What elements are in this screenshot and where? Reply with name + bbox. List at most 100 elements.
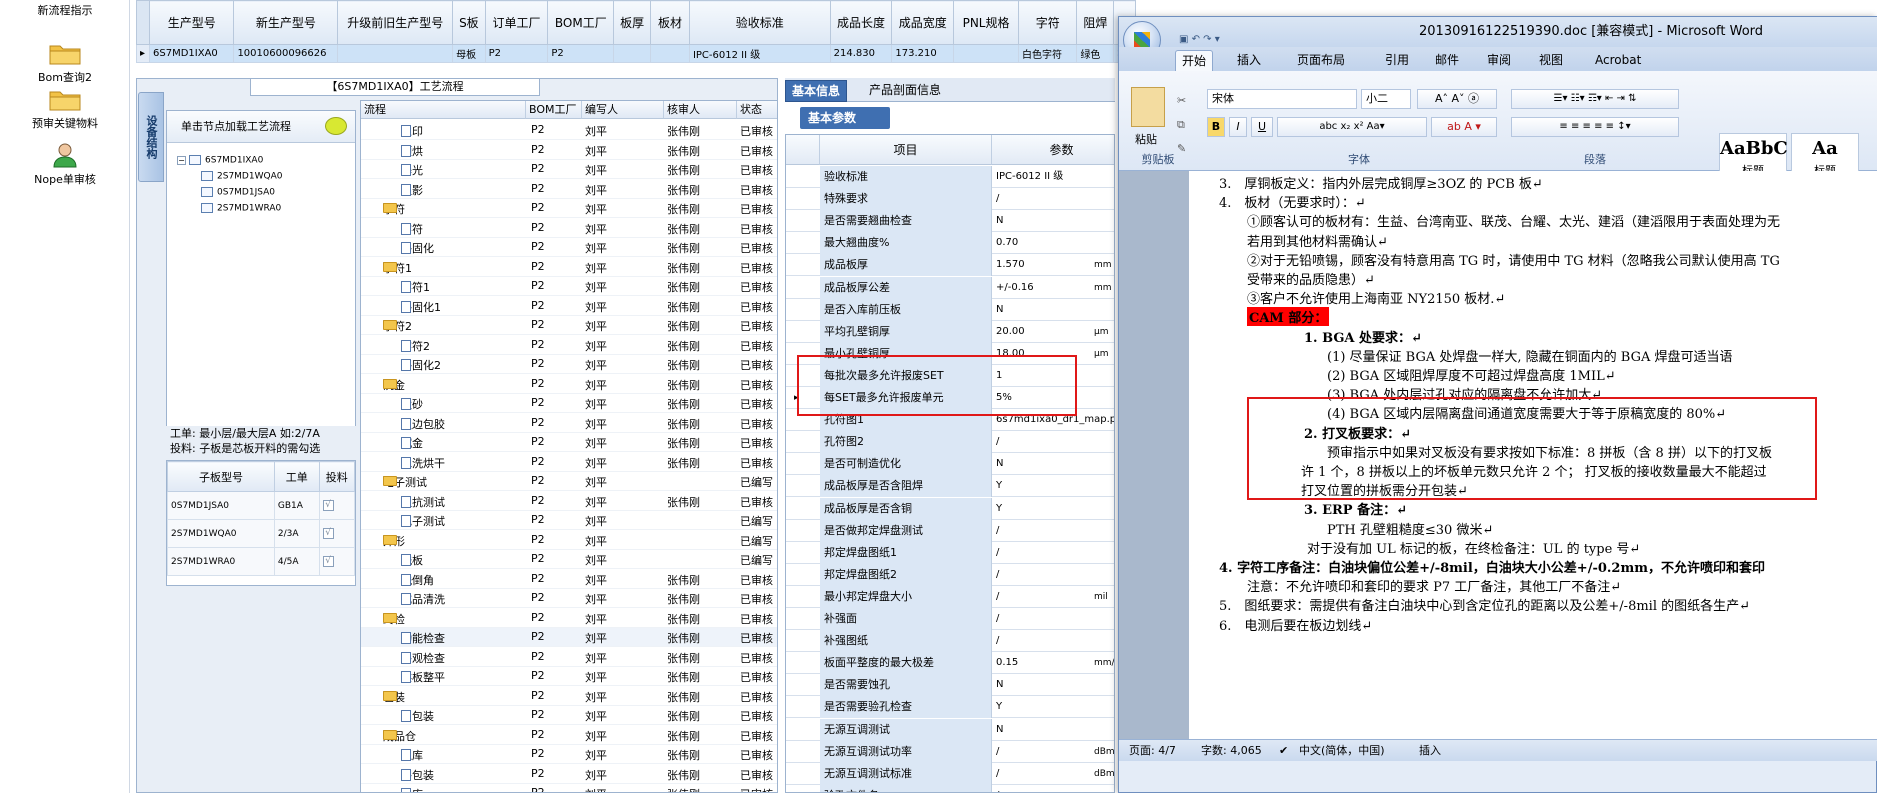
table-row[interactable]: 终固化2 P2 刘平 张伟刚 已审核 — [361, 355, 777, 374]
param-value[interactable]: Y — [992, 498, 1114, 520]
ribbon-tab[interactable]: 视图 — [1533, 50, 1569, 71]
col-header[interactable]: 生产型号 — [149, 0, 235, 45]
process-node[interactable]: 终固化1 — [401, 299, 441, 315]
table-row[interactable]: 成品板厚 1.570 mm — [786, 254, 1114, 277]
table-row[interactable]: 板面平整度的最大极差 0.15 mm/ — [786, 652, 1114, 675]
tree-node[interactable]: 2S7MD1WRA0 — [201, 203, 281, 214]
paste-icon[interactable] — [1131, 87, 1165, 127]
process-node[interactable]: 出库 — [401, 786, 423, 792]
col-header[interactable]: 子板型号 — [167, 461, 275, 492]
table-row[interactable]: −字符1 P2 刘平 张伟刚 已审核 — [361, 258, 777, 277]
table-row[interactable]: 2S7MD1WRA0 4/5A √ — [167, 547, 356, 576]
col-header[interactable]: 字符 — [1017, 0, 1078, 45]
process-node[interactable]: 丝印 — [401, 123, 423, 139]
ribbon-tab[interactable]: 开始 — [1175, 50, 1214, 71]
table-row[interactable]: 水洗烘干 P2 刘平 张伟刚 已审核 — [361, 453, 777, 472]
table-row[interactable]: 沉金 P2 刘平 张伟刚 已审核 — [361, 433, 777, 452]
process-node[interactable]: −字符2 — [383, 318, 412, 334]
col-header[interactable]: 投料 — [318, 461, 356, 492]
tab-device-structure[interactable]: 设备结构 — [138, 92, 164, 182]
grid-cell[interactable]: 173.210 — [891, 44, 955, 63]
process-node[interactable]: 外观检查 — [401, 650, 445, 666]
col-header[interactable]: BOM工厂 — [547, 0, 615, 45]
process-node[interactable]: 显影 — [401, 182, 423, 198]
table-row[interactable]: 0S7MD1JSA0 GB1A √ — [167, 491, 356, 520]
process-node[interactable]: 沉金 — [401, 435, 423, 451]
table-row[interactable]: −外形 P2 刘平 已编写 — [361, 531, 777, 550]
col-header[interactable]: 工单 — [273, 461, 320, 492]
param-value[interactable]: / — [992, 564, 1114, 586]
param-value[interactable]: 0.70 — [992, 232, 1114, 254]
ribbon-tab[interactable]: Acrobat — [1589, 50, 1647, 71]
col-header[interactable]: S板 — [452, 0, 486, 45]
table-row[interactable]: 字符1 P2 刘平 张伟刚 已审核 — [361, 277, 777, 296]
grid-cell[interactable]: P2 — [547, 44, 615, 63]
process-node[interactable]: −沉金 — [383, 377, 405, 393]
table-row[interactable]: 显影 P2 刘平 张伟刚 已审核 — [361, 180, 777, 199]
list-buttons[interactable]: ☰▾ ☷▾ ☶▾ ⇤ ⇥ ⇅ — [1511, 89, 1679, 109]
process-node[interactable]: 入库 — [401, 747, 423, 763]
table-row[interactable]: 平均孔壁铜厚 20.00 μm — [786, 320, 1114, 343]
table-row[interactable]: 入库 P2 刘平 张伟刚 已审核 — [361, 745, 777, 764]
table-row[interactable]: 外观检查 P2 刘平 张伟刚 已审核 — [361, 648, 777, 667]
process-node[interactable]: 铣板 — [401, 552, 423, 568]
table-row[interactable]: 是否做邦定焊盘测试 / — [786, 519, 1114, 542]
tab-basic-params[interactable]: 基本参数 — [800, 107, 890, 129]
table-row[interactable]: 功能检查 P2 刘平 张伟刚 已审核 — [361, 628, 777, 647]
col-header-writer[interactable]: 编写人 — [582, 101, 664, 119]
grid-cell[interactable] — [337, 44, 454, 63]
table-row[interactable]: 是否入库前压板 N — [786, 298, 1114, 321]
process-node[interactable]: 水洗烘干 — [401, 455, 445, 471]
col-header-bom[interactable]: BOM工厂 — [526, 101, 582, 119]
grid-cell[interactable] — [650, 44, 690, 63]
param-value[interactable]: / — [992, 188, 1114, 210]
table-row[interactable]: −字符2 P2 刘平 张伟刚 已审核 — [361, 316, 777, 335]
param-value[interactable]: N — [992, 210, 1114, 232]
ribbon-tab[interactable]: 引用 — [1379, 50, 1415, 71]
bold-button[interactable]: B — [1207, 117, 1225, 137]
table-row[interactable]: −终检 P2 刘平 张伟刚 已审核 — [361, 609, 777, 628]
table-row[interactable]: 是否需要翘曲检查 N — [786, 210, 1114, 233]
grid-cell[interactable] — [613, 44, 651, 63]
table-row[interactable]: 补强图纸 / — [786, 630, 1114, 653]
grid-cell[interactable]: 10010600096626 — [233, 44, 339, 63]
italic-button[interactable]: I — [1229, 117, 1247, 137]
collapse-icon[interactable]: − — [177, 155, 186, 165]
col-header-value[interactable]: 参数 — [992, 135, 1114, 165]
table-row[interactable]: 2S7MD1WQA0 2/3A √ — [167, 519, 356, 548]
status-language[interactable]: 中文(简体，中国) — [1299, 740, 1385, 762]
table-row[interactable]: 喷砂 P2 刘平 张伟刚 已审核 — [361, 394, 777, 413]
col-header[interactable]: 板材 — [650, 0, 690, 45]
launcher-nope-review[interactable]: Nope单审核 — [0, 142, 130, 187]
col-header[interactable]: 订单工厂 — [484, 0, 549, 45]
ribbon-tab[interactable]: 邮件 — [1429, 50, 1465, 71]
process-node[interactable]: −电子测试 — [383, 474, 427, 490]
process-node[interactable]: 铣倒角 — [401, 572, 434, 588]
table-row[interactable]: 是否需要蚀孔 N — [786, 674, 1114, 697]
table-row[interactable]: 成品板厚是否含铜 Y — [786, 497, 1114, 520]
table-row[interactable]: 成品板厚是否含阻焊 Y — [786, 475, 1114, 498]
process-node[interactable]: 曝光 — [401, 162, 423, 178]
cell-order[interactable]: 4/5A — [273, 547, 320, 576]
param-value[interactable]: / — [992, 520, 1114, 542]
table-row[interactable]: 字符 P2 刘平 张伟刚 已审核 — [361, 219, 777, 238]
launcher-new-flow[interactable]: 新流程指示 — [0, 2, 130, 18]
status-insert-mode[interactable]: 插入 — [1419, 740, 1441, 762]
launcher-key-material[interactable]: 预审关键物料 — [0, 86, 130, 131]
table-row[interactable]: 预烘 P2 刘平 张伟刚 已审核 — [361, 141, 777, 160]
underline-button[interactable]: U — [1251, 117, 1273, 137]
table-row[interactable]: 铣板 P2 刘平 已编写 — [361, 550, 777, 569]
col-header[interactable]: 新生产型号 — [233, 0, 339, 45]
grid-cell[interactable]: 绿色 — [1076, 44, 1115, 63]
highlight-color[interactable]: ab A ▾ — [1431, 117, 1497, 137]
status-page[interactable]: 页面: 4/7 — [1129, 740, 1176, 762]
tab-profile-info[interactable]: 产品剖面信息 — [863, 80, 947, 102]
tab-basic-info[interactable]: 基本信息 — [785, 80, 848, 102]
process-node[interactable]: 喷砂 — [401, 396, 423, 412]
table-row[interactable]: 验收标准 IPC-6012 II 级 — [786, 166, 1114, 188]
param-value[interactable]: Y — [992, 696, 1114, 718]
grid-cell[interactable] — [953, 44, 1019, 63]
table-row[interactable]: 丝印 P2 刘平 张伟刚 已审核 — [361, 121, 777, 140]
grid-cell[interactable]: 白色字符 — [1017, 44, 1078, 63]
table-row[interactable]: 无源互调测试 N — [786, 718, 1114, 741]
